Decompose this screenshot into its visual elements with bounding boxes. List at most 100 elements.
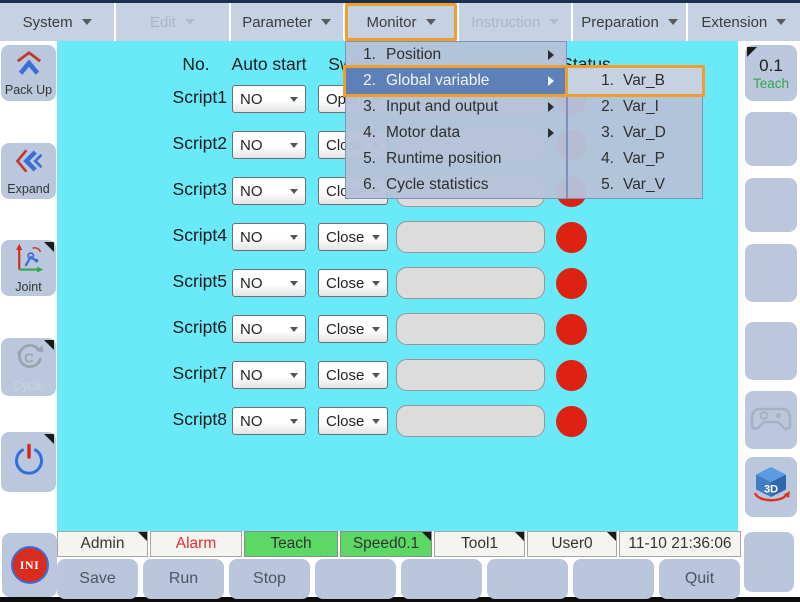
joint-axes-robot-icon (13, 242, 45, 279)
script-value-field[interactable] (396, 267, 545, 299)
quit-button[interactable]: Quit (659, 559, 740, 599)
bottom-button-empty-2[interactable] (401, 559, 482, 599)
save-label: Save (79, 570, 115, 588)
stop-label: Stop (253, 570, 286, 588)
script-value-field[interactable] (396, 359, 545, 391)
status-indicator (556, 314, 587, 345)
run-button[interactable]: Run (143, 559, 224, 599)
menu-item-global-variable[interactable]: 2. Global variable (346, 68, 566, 94)
switch-select[interactable]: Close (318, 269, 388, 297)
caret-down-icon (290, 373, 298, 378)
script-label: Script5 (157, 271, 227, 292)
submenu-arrow-icon (548, 128, 554, 138)
status-user-role[interactable]: Admin (57, 531, 148, 557)
submenu-item-var-d[interactable]: 3. Var_D (568, 120, 702, 146)
script-value-field[interactable] (396, 313, 545, 345)
submenu-item-label: Var_I (623, 98, 659, 116)
status-speed[interactable]: Speed0.1 (340, 531, 432, 557)
caret-down-icon (372, 419, 380, 424)
power-button[interactable] (1, 432, 56, 492)
menu-parameter[interactable]: Parameter (229, 3, 343, 41)
joint-coordinate-button[interactable]: Joint (1, 240, 56, 296)
switch-select[interactable]: Close (318, 361, 388, 389)
menu-item-number: 2. (346, 72, 376, 90)
side-button-empty-1[interactable] (745, 112, 797, 166)
switch-select[interactable]: Close (318, 407, 388, 435)
auto-start-value: NO (240, 321, 263, 338)
status-mode-text: Teach (270, 535, 311, 553)
chevron-down-icon (549, 19, 559, 25)
status-tool[interactable]: Tool1 (434, 531, 525, 557)
switch-select[interactable]: Close (318, 223, 388, 251)
auto-start-select[interactable]: NO (232, 223, 306, 251)
menu-item-motor-data[interactable]: 4. Motor data (346, 120, 566, 146)
status-datetime: 11-10 21:36:06 (619, 531, 741, 557)
stop-button[interactable]: Stop (229, 559, 310, 599)
chevron-down-icon (82, 19, 92, 25)
auto-start-select[interactable]: NO (232, 315, 306, 343)
top-menubar: System Edit Parameter Monitor Instructio… (0, 0, 800, 41)
ini-icon: INI (11, 546, 49, 584)
menu-instruction[interactable]: Instruction (457, 3, 571, 41)
side-button-empty-4[interactable] (745, 322, 797, 380)
menu-item-runtime-position[interactable]: 5. Runtime position (346, 146, 566, 172)
script-label: Script2 (157, 133, 227, 154)
auto-start-select[interactable]: NO (232, 269, 306, 297)
status-indicator (556, 360, 587, 391)
auto-start-select[interactable]: NO (232, 131, 306, 159)
menu-preparation[interactable]: Preparation (571, 3, 685, 41)
status-alarm[interactable]: Alarm (150, 531, 242, 557)
auto-start-select[interactable]: NO (232, 85, 306, 113)
status-user-role-text: Admin (81, 535, 125, 553)
side-button-empty-3[interactable] (745, 244, 797, 302)
submenu-item-var-i[interactable]: 2. Var_I (568, 94, 702, 120)
svg-text:3D: 3D (764, 483, 778, 495)
save-button[interactable]: Save (57, 559, 138, 599)
menu-edit[interactable]: Edit (114, 3, 228, 41)
menu-item-input-and-output[interactable]: 3. Input and output (346, 94, 566, 120)
menu-system[interactable]: System (0, 3, 114, 41)
caret-down-icon (372, 235, 380, 240)
submenu-item-var-b[interactable]: 1. Var_B (568, 68, 702, 94)
cycle-button[interactable]: C Cycle (1, 338, 56, 396)
status-mode[interactable]: Teach (244, 531, 338, 557)
submenu-item-var-v[interactable]: 5. Var_V (568, 172, 702, 198)
menu-item-label: Runtime position (386, 150, 566, 168)
bottom-right-button[interactable] (744, 532, 794, 592)
cycle-arrow-icon: C (13, 341, 45, 378)
quit-label: Quit (685, 570, 714, 588)
speed-teach-button[interactable]: 0.1 Teach (745, 45, 797, 101)
status-user-coord[interactable]: User0 (527, 531, 617, 557)
ini-button[interactable]: INI (2, 533, 57, 597)
menu-extension[interactable]: Extension (686, 3, 800, 41)
bottom-button-empty-3[interactable] (487, 559, 568, 599)
submenu-item-var-p[interactable]: 4. Var_P (568, 146, 702, 172)
chevron-down-icon (426, 19, 436, 25)
bottom-button-empty-4[interactable] (573, 559, 654, 599)
expand-button[interactable]: Expand (1, 143, 56, 199)
table-row: Script5 NO Close (57, 268, 738, 298)
script-value-field[interactable] (396, 405, 545, 437)
menu-monitor[interactable]: Monitor (343, 3, 457, 41)
script-label: Script6 (157, 317, 227, 338)
menu-instruction-label: Instruction (471, 14, 540, 31)
pack-up-button[interactable]: Pack Up (1, 45, 56, 101)
menu-item-cycle-statistics[interactable]: 6. Cycle statistics (346, 172, 566, 198)
bottom-button-empty-1[interactable] (315, 559, 396, 599)
caret-down-icon (290, 327, 298, 332)
submenu-item-number: 4. (568, 150, 614, 168)
corner-marker-icon (747, 47, 757, 57)
joint-label: Joint (15, 280, 41, 294)
menu-item-position[interactable]: 1. Position (346, 42, 566, 68)
side-button-empty-2[interactable] (745, 178, 797, 232)
script-value-field[interactable] (396, 221, 545, 253)
auto-start-value: NO (240, 91, 263, 108)
gamepad-button[interactable] (745, 391, 797, 449)
switch-select[interactable]: Close (318, 315, 388, 343)
auto-start-select[interactable]: NO (232, 361, 306, 389)
run-label: Run (169, 570, 198, 588)
auto-start-select[interactable]: NO (232, 407, 306, 435)
view-3d-button[interactable]: 3D (745, 457, 797, 517)
auto-start-select[interactable]: NO (232, 177, 306, 205)
script-label: Script1 (157, 87, 227, 108)
